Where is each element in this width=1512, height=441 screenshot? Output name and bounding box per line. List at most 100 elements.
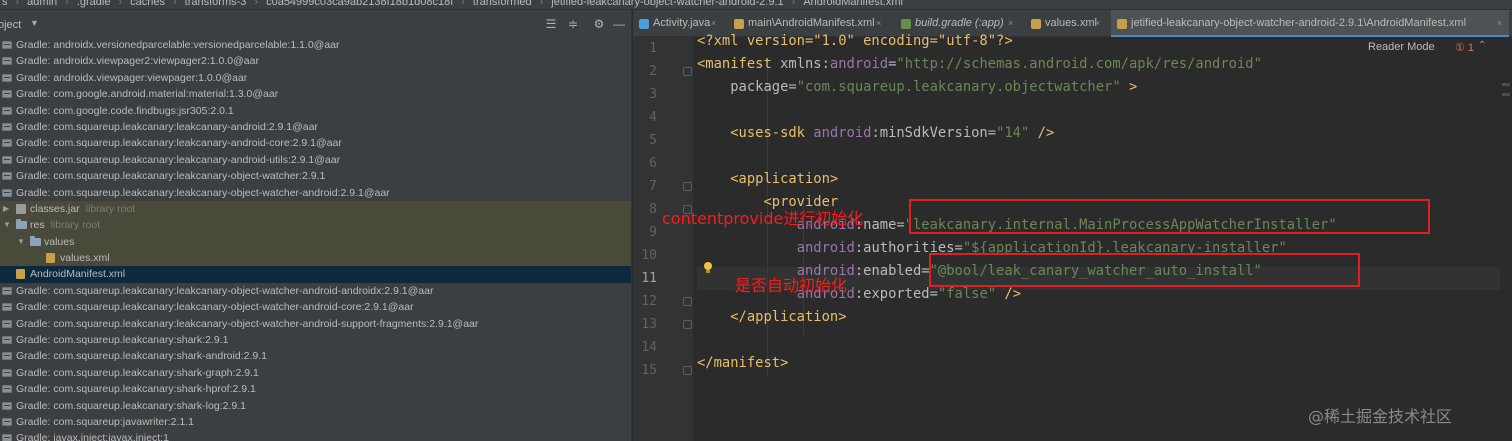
tree-item[interactable]: Gradle: com.squareup.leakcanary:leakcana… <box>0 283 631 299</box>
chevron-down-icon[interactable]: ▼ <box>3 217 11 233</box>
breadcrumb-item[interactable]: s <box>0 0 10 8</box>
tree-item[interactable]: Gradle: com.squareup.leakcanary:leakcana… <box>0 168 631 184</box>
breadcrumb-item[interactable]: transformed <box>471 0 534 8</box>
breadcrumb-item[interactable]: caches <box>128 0 167 8</box>
tree-item[interactable]: Gradle: com.squareup.leakcanary:shark-lo… <box>0 398 631 414</box>
tree-item[interactable]: Gradle: com.squareup.leakcanary:shark:2.… <box>0 332 631 348</box>
tree-item[interactable]: AndroidManifest.xml <box>0 266 631 283</box>
tree-item-label: Gradle: javax.inject:javax.inject:1 <box>16 432 169 441</box>
fold-marker-icon[interactable] <box>683 366 692 375</box>
breadcrumb-separator-icon: › <box>65 0 69 8</box>
chevron-down-icon[interactable]: ▼ <box>17 234 25 250</box>
tree-item[interactable]: Gradle: com.google.android.material:mate… <box>0 86 631 102</box>
tree-item[interactable]: Gradle: com.squareup.leakcanary:shark-gr… <box>0 365 631 381</box>
annotation-box-provider-name <box>909 199 1430 234</box>
tree-item[interactable]: Gradle: com.squareup.leakcanary:leakcana… <box>0 299 631 315</box>
tree-item-label: Gradle: androidx.versionedparcelable:ver… <box>16 39 340 51</box>
code-token: /> <box>1029 125 1055 141</box>
tree-item[interactable]: Gradle: com.squareup.leakcanary:leakcana… <box>0 185 631 201</box>
tree-item[interactable]: Gradle: com.squareup.leakcanary:leakcana… <box>0 135 631 151</box>
tree-item[interactable]: Gradle: com.squareup.leakcanary:leakcana… <box>0 119 631 135</box>
code-token: :enabled= <box>854 263 930 279</box>
close-icon[interactable]: × <box>1497 10 1502 37</box>
breadcrumb-separator-icon: › <box>461 0 465 8</box>
tree-item-text: AndroidManifest.xml <box>30 266 125 282</box>
tree-item[interactable]: ▼ res library root <box>0 217 631 234</box>
library-icon <box>2 336 12 345</box>
tree-item-text: Gradle: javax.inject:javax.inject:1 <box>16 430 169 441</box>
editor-tab[interactable]: values.xml × <box>1025 10 1107 37</box>
library-icon <box>2 352 12 361</box>
error-count-indicator[interactable]: ① 1 <box>1455 41 1474 54</box>
tree-item[interactable]: Gradle: androidx.viewpager2:viewpager2:1… <box>0 53 631 69</box>
tree-item[interactable]: Gradle: com.squareup:javawriter:2.1.1 <box>0 414 631 430</box>
tree-item-text: Gradle: com.squareup.leakcanary:leakcana… <box>16 299 414 315</box>
file-type-icon <box>734 19 744 29</box>
tree-item[interactable]: ▼ values <box>0 233 631 251</box>
tree-item-label: Gradle: com.squareup.leakcanary:shark-lo… <box>16 399 246 412</box>
tree-item-label: Gradle: com.squareup.leakcanary:leakcana… <box>16 170 326 183</box>
xml-file-icon <box>46 253 55 264</box>
code-area[interactable]: <?xml version="1.0" encoding="utf-8"?> <m… <box>697 33 1512 441</box>
tree-item-text: Gradle: com.squareup.leakcanary:shark-an… <box>16 348 267 364</box>
code-token: "false" <box>937 286 997 302</box>
code-token: </manifest> <box>697 355 789 371</box>
breadcrumb-item[interactable]: .gradle <box>75 0 113 8</box>
lightbulb-icon[interactable] <box>703 262 713 274</box>
breadcrumb-item[interactable]: transforms-3 <box>183 0 249 8</box>
tree-item[interactable]: Gradle: androidx.viewpager:viewpager:1.0… <box>0 70 631 86</box>
tree-item-text: Gradle: com.squareup.leakcanary:shark:2.… <box>16 332 228 348</box>
tree-item-text: Gradle: androidx.viewpager:viewpager:1.0… <box>16 70 247 86</box>
line-number: 11 <box>641 271 657 286</box>
tree-item-label: values <box>44 235 75 248</box>
breadcrumb-separator-icon: › <box>118 0 123 8</box>
fold-marker-icon[interactable] <box>683 182 692 191</box>
code-token: android <box>796 240 855 256</box>
chevron-right-icon[interactable]: ▶ <box>3 201 9 217</box>
project-view-title[interactable]: oject <box>0 19 21 31</box>
minimize-icon[interactable]: — <box>612 17 626 31</box>
tree-item[interactable]: Gradle: com.squareup.leakcanary:leakcana… <box>0 316 631 332</box>
reader-mode-button[interactable]: Reader Mode <box>1368 41 1435 53</box>
library-icon <box>2 286 12 295</box>
tab-label: build.gradle (:app) <box>915 17 1004 29</box>
expand-all-icon[interactable]: ≑ <box>566 17 580 31</box>
breadcrumb-item[interactable]: AndroidManifest.xml <box>801 0 905 8</box>
close-icon[interactable]: × <box>1095 10 1100 37</box>
chevron-down-icon[interactable]: ▼ <box>30 18 39 28</box>
collapse-all-icon[interactable]: ☰ <box>544 17 558 31</box>
breadcrumb-item[interactable]: jetified-leakcanary-object-watcher-andro… <box>549 0 785 8</box>
fold-marker-icon[interactable] <box>683 67 692 76</box>
tree-item-label: Gradle: com.squareup.leakcanary:leakcana… <box>16 153 341 166</box>
tree-item[interactable]: ▶ classes.jar library root <box>0 200 631 218</box>
tree-item-text: Gradle: com.squareup.leakcanary:shark-hp… <box>16 381 256 397</box>
tree-item[interactable]: Gradle: com.squareup.leakcanary:leakcana… <box>0 152 631 168</box>
fold-marker-icon[interactable] <box>683 320 692 329</box>
tree-item[interactable]: Gradle: androidx.versionedparcelable:ver… <box>0 37 631 53</box>
tree-item-text: Gradle: com.google.android.material:mate… <box>16 86 278 102</box>
library-icon <box>2 155 12 164</box>
gear-icon[interactable]: ⚙ <box>592 17 606 31</box>
tree-item[interactable]: Gradle: com.squareup.leakcanary:shark-hp… <box>0 381 631 397</box>
tree-item[interactable]: Gradle: com.squareup.leakcanary:shark-an… <box>0 348 631 364</box>
tree-item-label: AndroidManifest.xml <box>30 268 126 281</box>
chevron-up-icon[interactable]: ⌃ <box>1478 40 1486 51</box>
code-token: > <box>1120 79 1138 95</box>
line-number: 5 <box>649 133 657 148</box>
fold-marker-icon[interactable] <box>683 297 692 306</box>
library-icon <box>2 434 12 441</box>
tree-item[interactable]: Gradle: javax.inject:javax.inject:1 <box>0 430 631 441</box>
breadcrumb-item[interactable]: admin <box>25 0 59 8</box>
tree-item-label: classes.jar <box>30 202 80 215</box>
breadcrumb-item[interactable]: c0a54999c03ca9ab2138f18b1d08c18f <box>264 0 455 8</box>
annotation-enabled-note: 是否自动初始化 <box>735 276 848 295</box>
editor-scrollbar[interactable] <box>1500 37 1512 441</box>
tree-item[interactable]: values.xml <box>0 250 631 267</box>
breadcrumb-separator-icon: › <box>172 0 177 8</box>
code-token: <uses-sdk <box>697 125 814 141</box>
library-icon <box>2 73 12 82</box>
editor-tab[interactable]: jetified-leakcanary-object-watcher-andro… <box>1111 10 1509 37</box>
library-icon <box>2 319 12 328</box>
tree-item[interactable]: Gradle: com.google.code.findbugs:jsr305:… <box>0 103 631 119</box>
